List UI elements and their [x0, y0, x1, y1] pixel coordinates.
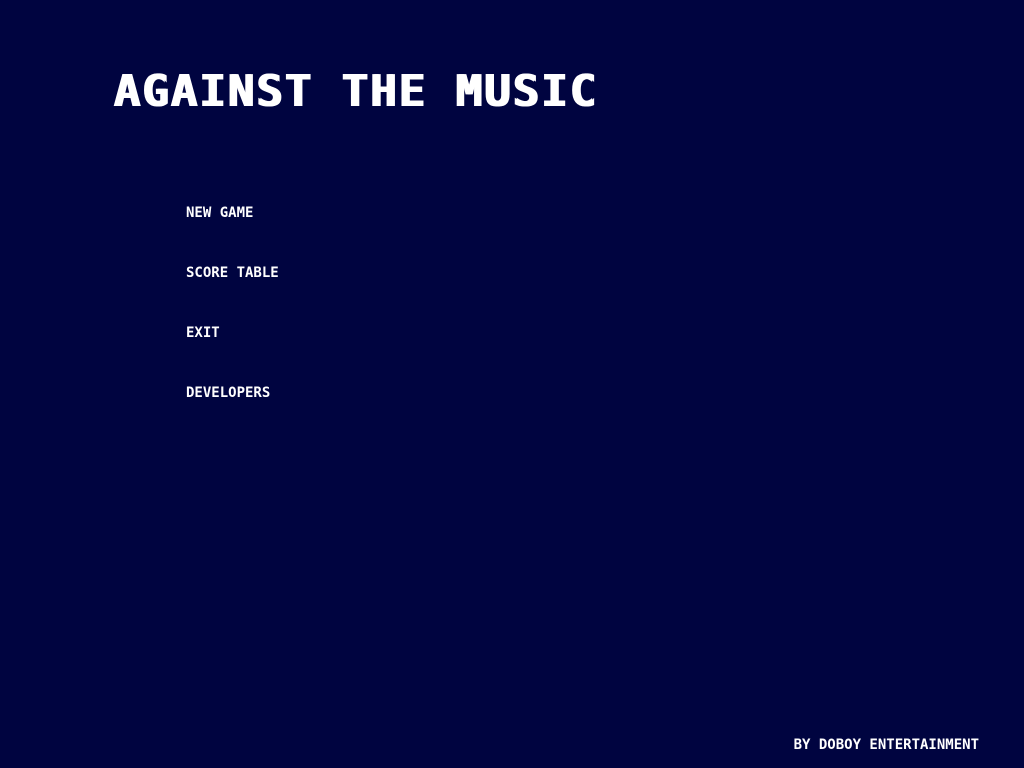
game-title: AGAINST THE MUSIC	[113, 66, 598, 117]
main-menu: NEW GAME SCORE TABLE EXIT DEVELOPERS	[186, 202, 279, 442]
menu-item-developers[interactable]: DEVELOPERS	[186, 382, 279, 442]
main-menu-screen: AGAINST THE MUSIC NEW GAME SCORE TABLE E…	[0, 0, 1024, 768]
menu-item-score-table[interactable]: SCORE TABLE	[186, 262, 279, 322]
menu-item-new-game[interactable]: NEW GAME	[186, 202, 279, 262]
developer-credit: BY DOBOY ENTERTAINMENT	[793, 737, 979, 753]
menu-item-exit[interactable]: EXIT	[186, 322, 279, 382]
